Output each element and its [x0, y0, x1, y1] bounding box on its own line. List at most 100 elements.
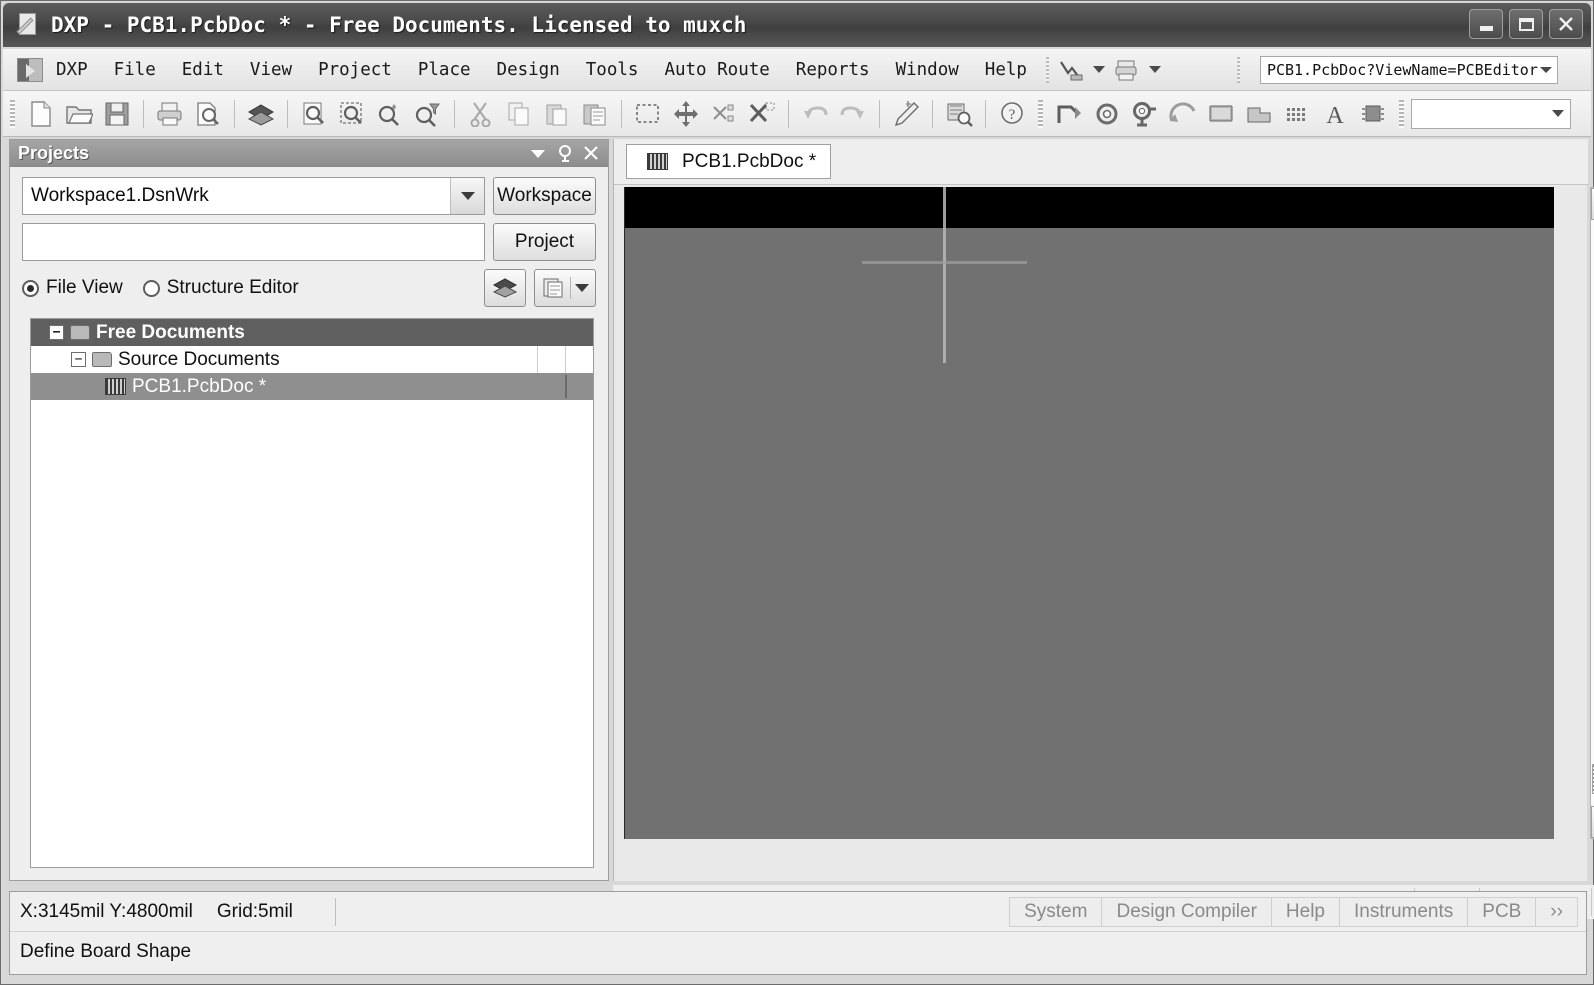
menu-item-design[interactable]: Design [484, 56, 573, 84]
deselect-icon[interactable] [705, 97, 743, 131]
pcb-editor-canvas[interactable] [624, 187, 1554, 839]
canvas-top-band [625, 187, 1554, 228]
pcb-document-icon [105, 378, 126, 395]
undo-icon[interactable] [796, 97, 834, 131]
printer-icon[interactable] [1111, 56, 1143, 84]
toolbar-combo-arrow[interactable] [1552, 110, 1564, 117]
print-icon[interactable] [151, 97, 189, 131]
project-tree[interactable]: − Free Documents − Source Documents PCB1… [30, 318, 594, 868]
place-pad-array-icon[interactable] [1278, 97, 1316, 131]
design-compiler-panel-button[interactable]: Design Compiler [1101, 896, 1272, 927]
structure-editor-radio[interactable] [142, 279, 160, 297]
document-tab-label: PCB1.PcbDoc * [682, 150, 817, 172]
projects-panel-title: Projects [18, 142, 90, 163]
print-preview-icon[interactable] [189, 97, 227, 131]
system-panel-button[interactable]: System [1009, 896, 1103, 927]
address-grip [1236, 56, 1240, 83]
workspace-combo[interactable]: Workspace1.DsnWrk [22, 177, 485, 215]
menu-item-dxp[interactable]: DXP [43, 56, 101, 84]
more-panels-button[interactable]: ›› [1535, 896, 1578, 927]
help-panel-button[interactable]: Help [1270, 896, 1340, 927]
place-component-icon[interactable] [1354, 97, 1392, 131]
folder-icon [92, 352, 112, 367]
project-input[interactable] [22, 223, 485, 261]
pcb-panel-button[interactable]: PCB [1467, 896, 1537, 927]
place-pad-icon[interactable] [1088, 97, 1126, 131]
editor-area: PCB1.PcbDoc * [613, 139, 1594, 923]
paste-icon[interactable] [538, 97, 576, 131]
dxp-logo-icon[interactable] [17, 57, 43, 82]
menu-item-file[interactable]: File [101, 56, 169, 84]
instruments-panel-button[interactable]: Instruments [1339, 896, 1469, 927]
board-layers-icon[interactable] [484, 269, 526, 307]
pin-icon[interactable] [556, 144, 574, 162]
menu-item-auto-route[interactable]: Auto Route [651, 56, 782, 84]
workspace-button[interactable]: Workspace [493, 177, 596, 215]
zoom-area-icon[interactable] [333, 97, 371, 131]
cut-icon[interactable] [462, 97, 500, 131]
dropdown-menu-icon[interactable] [529, 146, 547, 160]
menu-item-view[interactable]: View [237, 56, 305, 84]
copy-icon[interactable] [500, 97, 538, 131]
clear-selection-icon[interactable] [743, 97, 781, 131]
browse-components-icon[interactable] [940, 97, 978, 131]
status-message: Define Board Shape [20, 941, 192, 962]
board-layers-icon[interactable] [242, 97, 280, 131]
toolbar-separator [788, 99, 789, 128]
minimize-button[interactable] [1469, 9, 1503, 39]
workspace-combo-arrow[interactable] [450, 178, 484, 214]
menu-item-place[interactable]: Place [405, 56, 484, 84]
title-bar: DXP - PCB1.PcbDoc * - Free Documents. Li… [3, 3, 1591, 47]
cross-probe-icon[interactable] [887, 97, 925, 131]
zoom-document-icon[interactable] [295, 97, 333, 131]
project-button[interactable]: Project [493, 223, 596, 261]
place-arc-icon[interactable] [1164, 97, 1202, 131]
pcb-document-icon [647, 153, 668, 170]
tree-item-pcb1-pcbdoc[interactable]: PCB1.PcbDoc * [31, 373, 593, 400]
open-document-icon[interactable] [60, 97, 98, 131]
place-polygon-icon[interactable] [1240, 97, 1278, 131]
window-title: DXP - PCB1.PcbDoc * - Free Documents. Li… [51, 13, 747, 37]
paste-special-icon[interactable] [576, 97, 614, 131]
menu-item-reports[interactable]: Reports [783, 56, 883, 84]
toolbar-combo[interactable] [1411, 98, 1571, 129]
close-button[interactable] [1549, 9, 1583, 39]
address-bar[interactable]: PCB1.PcbDoc?ViewName=PCBEditor; [1259, 55, 1558, 84]
signal-integrity-dropdown-arrow[interactable] [1092, 66, 1105, 73]
projects-panel: Projects Workspace1.DsnWrk Workspace Pro… [9, 139, 609, 881]
place-string-icon[interactable]: A [1316, 97, 1354, 131]
menu-item-edit[interactable]: Edit [169, 56, 237, 84]
document-tab-pcb1[interactable]: PCB1.PcbDoc * [626, 144, 832, 179]
save-document-icon[interactable] [98, 97, 136, 131]
main-toolbar: ? A [3, 91, 1591, 137]
close-icon[interactable] [583, 145, 599, 161]
menu-item-project[interactable]: Project [305, 56, 405, 84]
place-track-icon[interactable] [1050, 97, 1088, 131]
new-document-icon[interactable] [22, 97, 60, 131]
move-icon[interactable] [667, 97, 705, 131]
help-pointer-icon[interactable]: ? [993, 97, 1031, 131]
menu-item-tools[interactable]: Tools [573, 56, 652, 84]
tree-item-free-documents[interactable]: − Free Documents [31, 319, 593, 346]
status-bar: X:3145mil Y:4800mil Grid:5mil System Des… [9, 891, 1587, 975]
address-dropdown-arrow[interactable] [1539, 66, 1552, 73]
document-options-icon[interactable] [534, 269, 596, 307]
place-fill-icon[interactable] [1202, 97, 1240, 131]
expander-icon[interactable]: − [71, 352, 86, 367]
projects-panel-body: Workspace1.DsnWrk Workspace Project File… [10, 167, 608, 307]
canvas-vertical-scrollbar[interactable] [1590, 187, 1594, 839]
printer-dropdown-arrow[interactable] [1148, 66, 1161, 73]
maximize-button[interactable] [1509, 9, 1543, 39]
file-view-radio[interactable] [22, 279, 39, 297]
redo-icon[interactable] [834, 97, 872, 131]
place-via-icon[interactable] [1126, 97, 1164, 131]
signal-integrity-icon[interactable] [1055, 56, 1087, 84]
menu-item-window[interactable]: Window [883, 56, 972, 84]
expander-icon[interactable]: − [49, 325, 64, 340]
zoom-selected-icon[interactable] [371, 97, 409, 131]
select-area-icon[interactable] [629, 97, 667, 131]
document-tab-strip: PCB1.PcbDoc * [614, 139, 1588, 185]
tree-item-source-documents[interactable]: − Source Documents [31, 346, 593, 373]
menu-item-help[interactable]: Help [972, 56, 1040, 84]
zoom-filter-icon[interactable] [409, 97, 447, 131]
